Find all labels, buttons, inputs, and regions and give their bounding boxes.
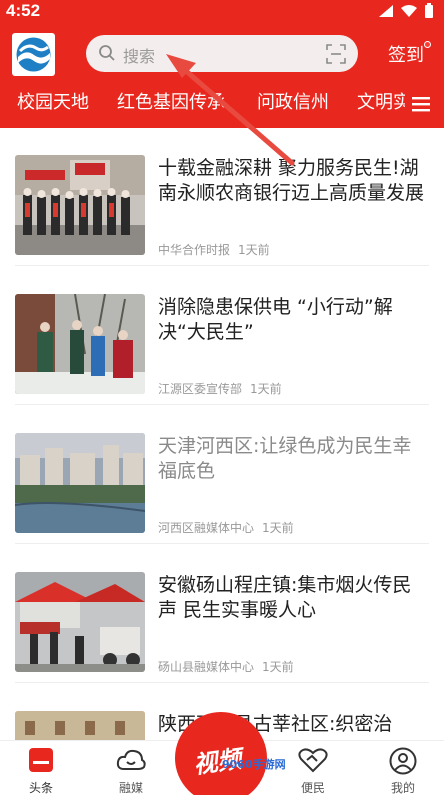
search-icon: [99, 45, 115, 61]
nav-mine[interactable]: 我的: [373, 741, 433, 795]
signin-button[interactable]: 签到: [388, 41, 424, 67]
article-title[interactable]: 十载金融深耕 聚力服务民生!湖南永顺农商银行迈上高质量发展: [158, 156, 426, 206]
article-source: 河西区融媒体中心: [158, 521, 255, 535]
article-source: 中华合作时报: [158, 243, 231, 257]
list-item[interactable]: 天津河西区:让绿色成为民生幸福底色 河西区融媒体中心 1天前: [0, 406, 444, 544]
tab-civilization[interactable]: 文明实践: [357, 88, 405, 114]
article-source: 砀山县融媒体中心: [158, 660, 255, 674]
app-logo[interactable]: [12, 33, 55, 76]
nav-service[interactable]: 便民: [283, 741, 343, 795]
photo-icon: [15, 711, 145, 740]
divider: [15, 404, 429, 405]
menu-icon[interactable]: [412, 96, 430, 112]
tab-campus[interactable]: 校园天地: [17, 88, 89, 114]
photo-icon: [15, 294, 145, 394]
search-bar[interactable]: 搜索: [86, 35, 358, 72]
nav-media[interactable]: 融媒: [101, 741, 161, 795]
signal-icon: [379, 5, 393, 17]
list-item[interactable]: 安徽砀山程庄镇:集市烟火传民声 民生实事暖人心 砀山县融媒体中心 1天前: [0, 545, 444, 683]
article-meta: 河西区融媒体中心 1天前: [158, 519, 294, 536]
divider: [15, 543, 429, 544]
article-time: 1天前: [250, 382, 282, 396]
status-time: 4:52: [6, 1, 41, 20]
article-meta: 中华合作时报 1天前: [158, 241, 270, 258]
article-time: 1天前: [238, 243, 270, 257]
article-title[interactable]: 安徽砀山程庄镇:集市烟火传民声 民生实事暖人心: [158, 573, 426, 623]
article-meta: 砀山县融媒体中心 1天前: [158, 658, 294, 675]
notification-dot: [424, 41, 431, 48]
nav-service-label: 便民: [300, 781, 325, 795]
article-title[interactable]: 消除隐患保供电 “小行动”解决“大民生”: [158, 295, 426, 345]
article-source: 江源区委宣传部: [158, 382, 243, 396]
nav-mine-label: 我的: [390, 781, 415, 795]
article-thumbnail: [15, 711, 145, 740]
video-button[interactable]: 视频: [175, 712, 267, 795]
photo-icon: [15, 155, 145, 255]
tab-red-gene[interactable]: 红色基因传承: [117, 88, 225, 114]
nav-home[interactable]: 头条: [11, 741, 71, 795]
logo-icon: [16, 37, 51, 72]
article-time: 1天前: [262, 660, 294, 674]
search-placeholder: 搜索: [123, 47, 156, 66]
nav-home-label: 头条: [28, 781, 53, 795]
status-icons: [378, 3, 434, 19]
scan-icon[interactable]: [326, 44, 346, 64]
headline-icon: [29, 748, 53, 772]
photo-icon: [15, 433, 145, 533]
tab-politics[interactable]: 问政信州: [257, 88, 329, 114]
cloud-icon: [116, 749, 146, 770]
list-item[interactable]: 消除隐患保供电 “小行动”解决“大民生” 江源区委宣传部 1天前: [0, 267, 444, 405]
article-thumbnail: [15, 433, 145, 533]
article-time: 1天前: [262, 521, 294, 535]
news-feed: 十载金融深耕 聚力服务民生!湖南永顺农商银行迈上高质量发展 中华合作时报 1天前 …: [0, 128, 444, 740]
nav-media-label: 融媒: [118, 781, 143, 795]
list-item[interactable]: 十载金融深耕 聚力服务民生!湖南永顺农商银行迈上高质量发展 中华合作时报 1天前: [0, 128, 444, 266]
article-thumbnail: [15, 572, 145, 672]
article-meta: 江源区委宣传部 1天前: [158, 380, 282, 397]
article-title[interactable]: 天津河西区:让绿色成为民生幸福底色: [158, 434, 426, 484]
channel-tabs: 校园天地 红色基因传承 问政信州 文明实践: [0, 88, 405, 120]
watermark: 9060手游网: [222, 758, 286, 771]
battery-icon: [425, 3, 433, 18]
user-icon: [389, 747, 417, 775]
app-header: 4:52 搜索 签到 校园天地 红色基因传承 问政信州 文明实践: [0, 0, 444, 128]
handshake-heart-icon: [298, 748, 328, 773]
divider: [15, 265, 429, 266]
photo-icon: [15, 572, 145, 672]
status-bar: 4:52: [0, 0, 444, 24]
divider: [15, 682, 429, 683]
article-thumbnail: [15, 294, 145, 394]
wifi-icon: [401, 5, 417, 17]
article-thumbnail: [15, 155, 145, 255]
